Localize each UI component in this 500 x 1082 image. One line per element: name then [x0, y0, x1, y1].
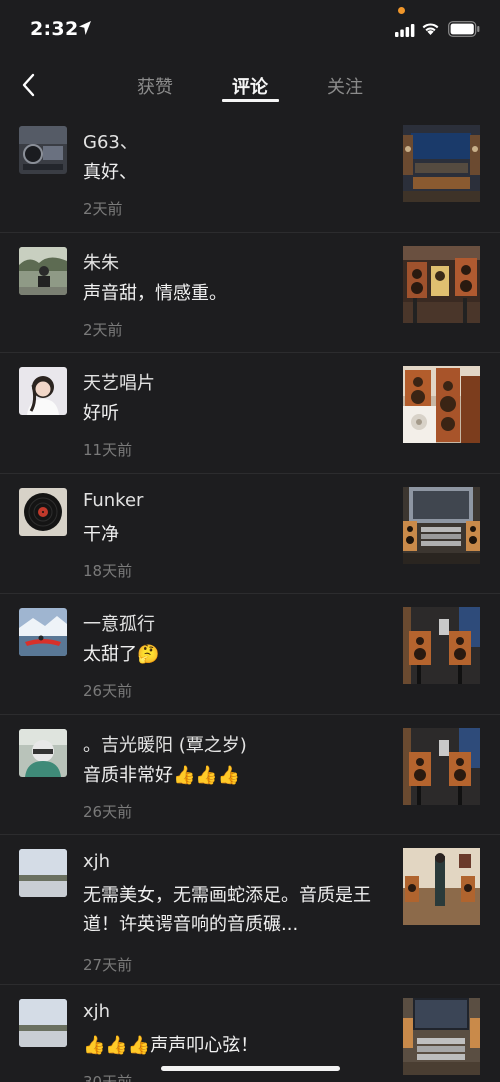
notifications-screen: 2:32 获赞 评论 关注 G63、 真好、 2天前 朱朱 声音甜，情感重。 2…: [0, 0, 500, 1082]
comment-item[interactable]: G63、 真好、 2天前: [0, 112, 500, 232]
comment-item[interactable]: 一意孤行 太甜了🤔 26天前: [0, 593, 500, 714]
commenter-name[interactable]: 。吉光暖阳 (覃之岁): [83, 731, 247, 757]
comment-time: 18天前: [83, 561, 133, 580]
status-time: 2:32: [30, 18, 79, 40]
commenter-name[interactable]: Funker: [83, 490, 143, 511]
avatar[interactable]: [19, 126, 67, 174]
comment-time: 27天前: [83, 956, 133, 974]
commenter-name[interactable]: xjh: [83, 851, 110, 872]
post-thumbnail[interactable]: [403, 848, 480, 925]
tab-follows[interactable]: 关注: [327, 73, 363, 99]
comment-time: 2天前: [83, 200, 123, 218]
commenter-name[interactable]: 天艺唱片: [83, 369, 155, 395]
comment-item[interactable]: 朱朱 声音甜，情感重。 2天前: [0, 231, 500, 353]
top-navigation: 获赞 评论 关注: [0, 58, 500, 112]
avatar[interactable]: [19, 849, 67, 897]
back-arrow-icon[interactable]: [16, 70, 46, 100]
comment-item[interactable]: Funker 干净 18天前: [0, 472, 500, 594]
location-arrow-icon: [79, 21, 91, 35]
post-thumbnail[interactable]: [403, 125, 480, 202]
comment-text: 声音甜，情感重。: [83, 282, 227, 304]
post-thumbnail[interactable]: [403, 486, 480, 564]
comment-text: 无需美女，无需画蛇添足。音质是王道！许英谔音响的音质碾...: [83, 885, 371, 935]
commenter-name[interactable]: 一意孤行: [83, 610, 155, 636]
comment-text: 太甜了🤔: [83, 644, 160, 665]
comment-text: 真好、: [83, 162, 137, 183]
commenter-name[interactable]: xjh: [83, 1001, 110, 1022]
wifi-icon: [422, 23, 439, 35]
avatar[interactable]: [19, 608, 67, 656]
comment-item[interactable]: xjh 无需美女，无需画蛇添足。音质是王道！许英谔音响的音质碾... 27天前: [0, 834, 500, 984]
comment-time: 26天前: [83, 802, 133, 821]
comment-item[interactable]: 天艺唱片 好听 11天前: [0, 352, 500, 473]
comment-time: 26天前: [83, 682, 133, 700]
commenter-name[interactable]: G63、: [83, 128, 138, 154]
avatar[interactable]: [19, 728, 67, 777]
tab-comments[interactable]: 评论: [232, 73, 268, 99]
post-thumbnail[interactable]: [403, 607, 480, 684]
post-thumbnail[interactable]: [403, 727, 480, 805]
comment-text: 好听: [83, 403, 119, 424]
tab-likes[interactable]: 获赞: [137, 73, 173, 99]
status-bar: 2:32: [0, 0, 500, 58]
comment-time: 30天前: [83, 1073, 133, 1082]
post-thumbnail[interactable]: [403, 998, 480, 1075]
cellular-signal-icon: [395, 24, 415, 37]
comment-item[interactable]: 。吉光暖阳 (覃之岁) 音质非常好👍👍👍 26天前: [0, 713, 500, 835]
avatar[interactable]: [19, 487, 67, 536]
avatar[interactable]: [19, 999, 67, 1047]
post-thumbnail[interactable]: [403, 245, 480, 323]
comment-text: 音质非常好👍👍👍: [83, 764, 241, 786]
comment-text: 👍👍👍声声叩心弦！: [83, 1035, 259, 1056]
avatar[interactable]: [19, 246, 67, 295]
home-indicator[interactable]: [161, 1066, 340, 1071]
avatar[interactable]: [19, 367, 67, 415]
comment-time: 11天前: [83, 441, 133, 459]
comment-list: G63、 真好、 2天前 朱朱 声音甜，情感重。 2天前 天艺唱片 好听 11天…: [0, 112, 500, 1082]
comment-time: 2天前: [83, 320, 123, 339]
battery-icon: [448, 21, 480, 37]
active-tab-indicator: [222, 99, 279, 102]
commenter-name[interactable]: 朱朱: [83, 249, 119, 275]
privacy-indicator-dot: [398, 7, 405, 14]
post-thumbnail[interactable]: [403, 366, 480, 443]
comment-text: 干净: [83, 523, 119, 545]
